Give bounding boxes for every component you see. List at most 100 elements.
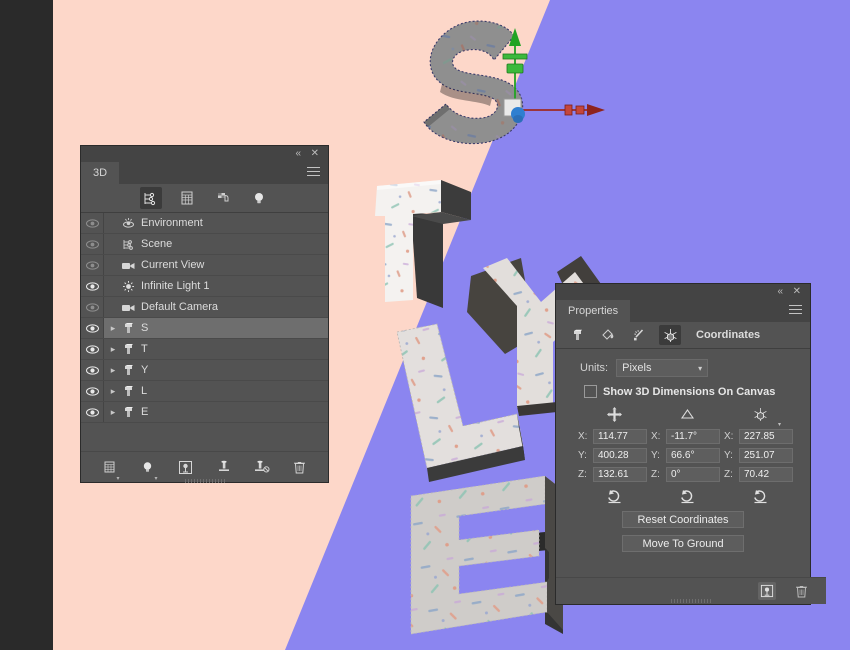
visibility-toggle-icon[interactable]	[81, 339, 104, 359]
position-x-input[interactable]: 114.77	[593, 429, 647, 444]
render-icon[interactable]	[758, 582, 776, 600]
letter-l-mesh[interactable]	[393, 322, 543, 482]
visibility-toggle-icon[interactable]	[81, 402, 104, 422]
expand-arrow[interactable]: ▸	[108, 360, 118, 380]
list-item-label: Y	[141, 364, 149, 376]
properties-panel-titlebar: « ✕	[556, 284, 810, 300]
panel-menu-icon[interactable]	[307, 167, 320, 178]
visibility-toggle-icon[interactable]	[81, 381, 104, 401]
position-z-cell: Z: 132.61	[578, 467, 651, 482]
visibility-toggle-icon[interactable]	[81, 297, 104, 317]
list-item[interactable]: ▸ T	[81, 339, 328, 360]
scale-icon[interactable]: ▾	[724, 405, 797, 428]
properties-panel-footer	[556, 577, 826, 604]
rotation-z-input[interactable]: 0°	[666, 467, 720, 482]
scale-x-cell: X: 227.85	[724, 429, 797, 444]
scale-y-input[interactable]: 251.07	[739, 448, 793, 463]
show-dimensions-checkbox[interactable]	[584, 385, 597, 398]
rotation-z-cell: Z: 0°	[651, 467, 724, 482]
panel-resize-grip[interactable]	[671, 599, 711, 603]
move-icon[interactable]	[578, 405, 651, 423]
lights-icon[interactable]	[248, 187, 270, 209]
materials-icon[interactable]	[597, 325, 619, 345]
visibility-toggle-icon[interactable]	[81, 234, 104, 254]
list-item[interactable]: ▸ Y	[81, 360, 328, 381]
scale-x-input[interactable]: 227.85	[739, 429, 793, 444]
visibility-toggle-icon[interactable]	[81, 360, 104, 380]
panel-resize-grip[interactable]	[184, 479, 225, 483]
reset-rotation-icon[interactable]	[651, 489, 724, 504]
expand-arrow[interactable]: ▸	[108, 402, 118, 422]
units-label: Units:	[580, 362, 609, 374]
letter-s-mesh[interactable]	[394, 18, 554, 168]
rotation-x-label: X:	[651, 431, 661, 442]
position-x-label: X:	[578, 431, 588, 442]
tab-properties[interactable]: Properties	[556, 300, 631, 322]
move-to-ground-button[interactable]: Move To Ground	[622, 535, 744, 552]
coordinates-icon[interactable]	[659, 325, 681, 345]
position-z-input[interactable]: 132.61	[593, 467, 647, 482]
units-select[interactable]: Pixels ▾	[616, 359, 709, 377]
list-item[interactable]: Infinite Light 1	[81, 276, 328, 297]
mesh-icon[interactable]	[566, 325, 588, 345]
properties-panel-tabbar: Properties	[556, 300, 810, 322]
list-item[interactable]: Current View	[81, 255, 328, 276]
list-item-label: Scene	[141, 238, 173, 250]
list-item[interactable]: Default Camera	[81, 297, 328, 318]
camera-icon	[118, 255, 138, 275]
mesh-icon[interactable]	[176, 187, 198, 209]
reset-scale-icon[interactable]	[724, 489, 797, 504]
close-icon[interactable]: ✕	[311, 148, 319, 160]
visibility-toggle-icon[interactable]	[81, 318, 104, 338]
list-item-label: Environment	[141, 217, 203, 229]
rotate-icon[interactable]	[651, 405, 724, 423]
3d-scene-list: Environment Scene Current View Infinite …	[81, 213, 328, 423]
tab-3d[interactable]: 3D	[81, 162, 120, 184]
chevron-down-icon: ▾	[698, 363, 703, 373]
collapse-icon[interactable]: «	[295, 148, 301, 160]
mesh-icon	[118, 381, 138, 401]
units-select-value: Pixels	[622, 362, 652, 374]
letter-e-mesh[interactable]	[399, 474, 579, 650]
delete-icon[interactable]	[291, 458, 309, 476]
render-icon[interactable]	[177, 458, 195, 476]
units-row: Units: Pixels ▾	[556, 359, 810, 377]
expand-arrow	[108, 213, 118, 233]
add-mesh-icon[interactable]: ▾	[101, 458, 120, 482]
expand-arrow[interactable]: ▸	[108, 381, 118, 401]
list-item[interactable]: Scene	[81, 234, 328, 255]
environment-icon	[118, 213, 138, 233]
reset-coordinates-button[interactable]: Reset Coordinates	[622, 511, 744, 528]
camera-icon	[118, 297, 138, 317]
screenshot-root: « ✕ 3D Environment Scene Current View In…	[0, 0, 850, 650]
position-y-input[interactable]: 400.28	[593, 448, 647, 463]
expand-arrow[interactable]: ▸	[108, 318, 118, 338]
reset-position-icon[interactable]	[578, 489, 651, 504]
rotation-y-input[interactable]: 66.6°	[666, 448, 720, 463]
list-item[interactable]: ▸ L	[81, 381, 328, 402]
visibility-toggle-icon[interactable]	[81, 276, 104, 296]
remove-ground-plane-icon[interactable]	[253, 458, 271, 476]
light-icon	[118, 276, 138, 296]
delete-icon[interactable]	[792, 582, 810, 600]
sparkle-icon[interactable]	[628, 325, 650, 345]
list-item[interactable]: ▸ E	[81, 402, 328, 423]
scale-z-input[interactable]: 70.42	[739, 467, 793, 482]
collapse-icon[interactable]: «	[777, 286, 783, 298]
visibility-toggle-icon[interactable]	[81, 213, 104, 233]
panel-menu-icon[interactable]	[789, 305, 802, 316]
list-item[interactable]: Environment	[81, 213, 328, 234]
materials-icon[interactable]	[212, 187, 234, 209]
scene-icon[interactable]	[139, 187, 162, 209]
list-item-label: Infinite Light 1	[141, 280, 210, 292]
close-icon[interactable]: ✕	[793, 286, 801, 298]
add-light-icon[interactable]: ▾	[139, 458, 158, 482]
show-dimensions-row[interactable]: Show 3D Dimensions On Canvas	[556, 385, 810, 398]
position-z-label: Z:	[578, 469, 587, 480]
rotation-x-input[interactable]: -11.7°	[666, 429, 720, 444]
expand-arrow[interactable]: ▸	[108, 339, 118, 359]
add-ground-plane-icon[interactable]	[215, 458, 233, 476]
list-item[interactable]: ▸ S	[81, 318, 328, 339]
visibility-toggle-icon[interactable]	[81, 255, 104, 275]
coordinate-fields: X: 114.77 X: -11.7° X: 227.85 Y: 400.28 …	[556, 427, 810, 484]
